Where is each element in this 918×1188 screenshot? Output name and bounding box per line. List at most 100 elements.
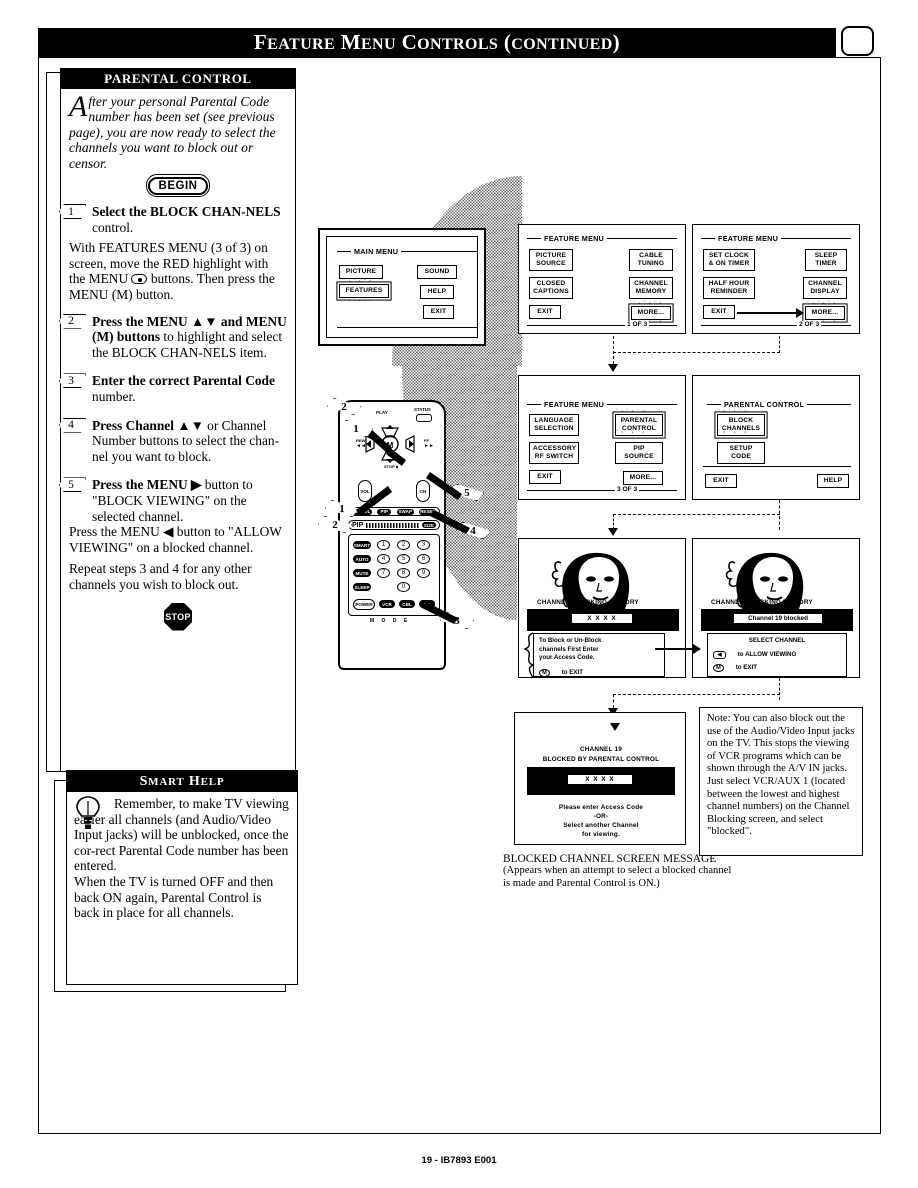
highlight-ticks-features-bottom: · , · , · , — [343, 296, 372, 302]
blocked-screen-msg1: Please enter Access Code — [558, 804, 644, 811]
connector-blocked-left — [613, 694, 614, 708]
remote-number-0[interactable]: 0 — [397, 582, 410, 592]
blocking-right-exit-button[interactable]: M — [713, 664, 724, 672]
step-5-body: Press the MENU ◀ button to "ALLOW VIEWIN… — [69, 524, 282, 555]
remote-status-label: STATUS — [414, 407, 431, 412]
remote-mode-label: M O D E — [370, 618, 411, 624]
step-1-number: 1 — [59, 204, 86, 220]
begin-marker: BEGIN — [69, 174, 287, 198]
remote-number-9[interactable]: 9 — [417, 568, 430, 578]
osd-button-pip-source[interactable]: PIP SOURCE — [615, 442, 663, 464]
blocked-screen-msg4: for viewing. — [582, 831, 620, 838]
remote-vol-rocker[interactable]: VOL — [358, 480, 372, 502]
remote-key-smart[interactable]: SMART — [353, 541, 371, 549]
parental-control-screen-panel: PARENTAL CONTROL BLOCK CHANNELS · , · , ·… — [692, 375, 860, 500]
osd-button-help-pc[interactable]: HELP — [817, 474, 849, 488]
remote-number-8[interactable]: 8 — [397, 568, 410, 578]
osd-button-exit-pc[interactable]: EXIT — [705, 474, 737, 488]
remote-key-sleep[interactable]: SLEEP — [353, 583, 371, 591]
blocked-screen-line1: CHANNEL 19 — [579, 746, 622, 753]
feature-menu-2-panel: FEATURE MENU SET CLOCK & ON TIMER HALF HO… — [692, 224, 860, 334]
blocking-left-exit-button[interactable]: M — [539, 668, 550, 677]
remote-mode-vcr[interactable]: VCR — [379, 600, 395, 608]
remote-key-swap[interactable]: SWAP — [396, 508, 414, 515]
osd-button-closed-captions[interactable]: CLOSED CAPTIONS — [529, 277, 573, 299]
blocking-left-msg-2: channels First Enter — [539, 645, 599, 653]
blocked-screen-caption: BLOCKED CHANNEL SCREEN MESSAGE (Appears … — [503, 853, 733, 890]
main-menu-bottom-rule — [337, 327, 477, 329]
osd-button-more-fm3[interactable]: MORE... — [623, 471, 663, 485]
osd-button-language-selection[interactable]: LANGUAGE SELECTION — [529, 414, 579, 436]
remote-number-3[interactable]: 3 — [417, 540, 430, 550]
step-1-bold: Select the BLOCK CHAN-NELS — [92, 204, 281, 220]
remote-function-key-row[interactable]: CH/VOL PIP SWAP RESET — [348, 507, 440, 516]
begin-label: BEGIN — [147, 177, 209, 196]
main-menu-screen: MAIN MENU PICTURE FEATURES · , · , · , ·… — [318, 228, 486, 346]
stop-marker: STOP — [69, 602, 287, 631]
tv-screen-icon — [841, 26, 874, 56]
allow-viewing-button[interactable]: ◀ — [713, 650, 726, 659]
step-3: 3 Enter the correct Parental Code number… — [59, 373, 287, 404]
connector-exit-to-more — [737, 312, 797, 314]
channel-blocking-screen-right: CHANNEL BLOCKING MEMORY Channel 19 block… — [692, 538, 860, 678]
osd-button-setup-code[interactable]: SETUP CODE — [717, 442, 765, 464]
blocking-right-msg-title: SELECT CHANNEL — [748, 637, 806, 644]
remote-number-1[interactable]: 1 — [377, 540, 390, 550]
remote-mode-tv[interactable]: TV — [419, 600, 435, 608]
highlight-ticks-parental-top: · , · , · , — [616, 407, 645, 413]
feature-menu-3-bottom-rule — [527, 490, 677, 492]
osd-button-channel-display[interactable]: CHANNEL DISPLAY — [803, 277, 847, 299]
blocked-screen-line2: BLOCKED BY PARENTAL CONTROL — [542, 756, 660, 763]
remote-pip-row[interactable]: PIP SIZE — [348, 520, 440, 530]
feature-menu-2-page-indicator: 2 OF 3 — [797, 321, 822, 328]
blocking-left-exit-label: to EXIT — [561, 668, 584, 676]
remote-number-7[interactable]: 7 — [377, 568, 390, 578]
remote-pip-size-key[interactable]: SIZE — [422, 522, 436, 528]
osd-button-exit[interactable]: EXIT — [423, 305, 454, 319]
remote-control-illustration: PLAY STATUS M MENU REW ◄◄ FF ►► STOP ■ V… — [338, 400, 446, 670]
remote-key-auto[interactable]: AUTO — [353, 555, 371, 563]
connector-blocking-down — [779, 678, 780, 700]
drop-cap: A — [69, 90, 88, 123]
osd-button-exit-fm2[interactable]: EXIT — [703, 305, 735, 319]
remote-power-key[interactable]: POWER — [353, 599, 375, 610]
remote-key-mute[interactable]: MUTE — [353, 569, 371, 577]
remote-ch-rocker[interactable]: CH — [416, 480, 430, 502]
feature-menu-1-title: FEATURE MENU — [527, 234, 677, 243]
page-footer: 19 - IB7893 E001 — [421, 1155, 497, 1166]
remote-mode-cbl[interactable]: CBL — [399, 600, 415, 608]
feature-menu-1-page-indicator: 1 OF 3 — [625, 321, 650, 328]
feature-menu-3-page-indicator: 3 OF 3 — [615, 486, 640, 493]
svg-text:►►: ►► — [424, 443, 434, 449]
osd-button-set-clock[interactable]: SET CLOCK & ON TIMER — [703, 249, 755, 271]
osd-button-picture-source[interactable]: PICTURE SOURCE — [529, 249, 573, 271]
svg-text:M: M — [387, 441, 394, 450]
osd-button-channel-memory[interactable]: CHANNEL MEMORY — [629, 277, 673, 299]
highlight-ticks-features-top: · , · , · , — [343, 277, 372, 283]
smart-help-header: S MART H ELP — [67, 771, 297, 792]
osd-button-half-hour-reminder[interactable]: HALF HOUR REMINDER — [703, 277, 755, 299]
remote-key-reset[interactable]: RESET — [419, 508, 437, 515]
brace-icon-left — [523, 632, 535, 677]
osd-button-help[interactable]: HELP — [420, 285, 454, 299]
remote-key-pip[interactable]: PIP — [377, 508, 392, 515]
osd-button-accessory-rf-switch[interactable]: ACCESSORY RF SWITCH — [529, 442, 579, 464]
main-menu-title: MAIN MENU — [337, 247, 477, 256]
remote-number-5[interactable]: 5 — [397, 554, 410, 564]
osd-button-exit-fm3[interactable]: EXIT — [529, 470, 561, 484]
remote-keypad-block[interactable]: SMART AUTO MUTE SLEEP 1 2 3 4 5 6 7 8 9 … — [348, 534, 440, 616]
remote-number-6[interactable]: 6 — [417, 554, 430, 564]
lightbulb-icon — [76, 796, 100, 829]
remote-number-4[interactable]: 4 — [377, 554, 390, 564]
highlight-ticks-block-bottom: · , · , · , — [718, 428, 747, 434]
osd-button-sound[interactable]: SOUND — [417, 265, 457, 279]
remote-pip-slider[interactable] — [366, 522, 419, 528]
osd-button-cable-tuning[interactable]: CABLE TUNING — [629, 249, 673, 271]
svg-text:STOP ■: STOP ■ — [384, 464, 399, 469]
note-box: Note: You can also block out the use of … — [699, 707, 863, 856]
osd-button-exit-fm1[interactable]: EXIT — [529, 305, 561, 319]
osd-button-sleep-timer[interactable]: SLEEP TIMER — [805, 249, 847, 271]
highlight-ticks-parental-bottom: · , · , · , — [616, 428, 645, 434]
remote-number-2[interactable]: 2 — [397, 540, 410, 550]
arrowhead-into-fm3 — [608, 364, 618, 372]
